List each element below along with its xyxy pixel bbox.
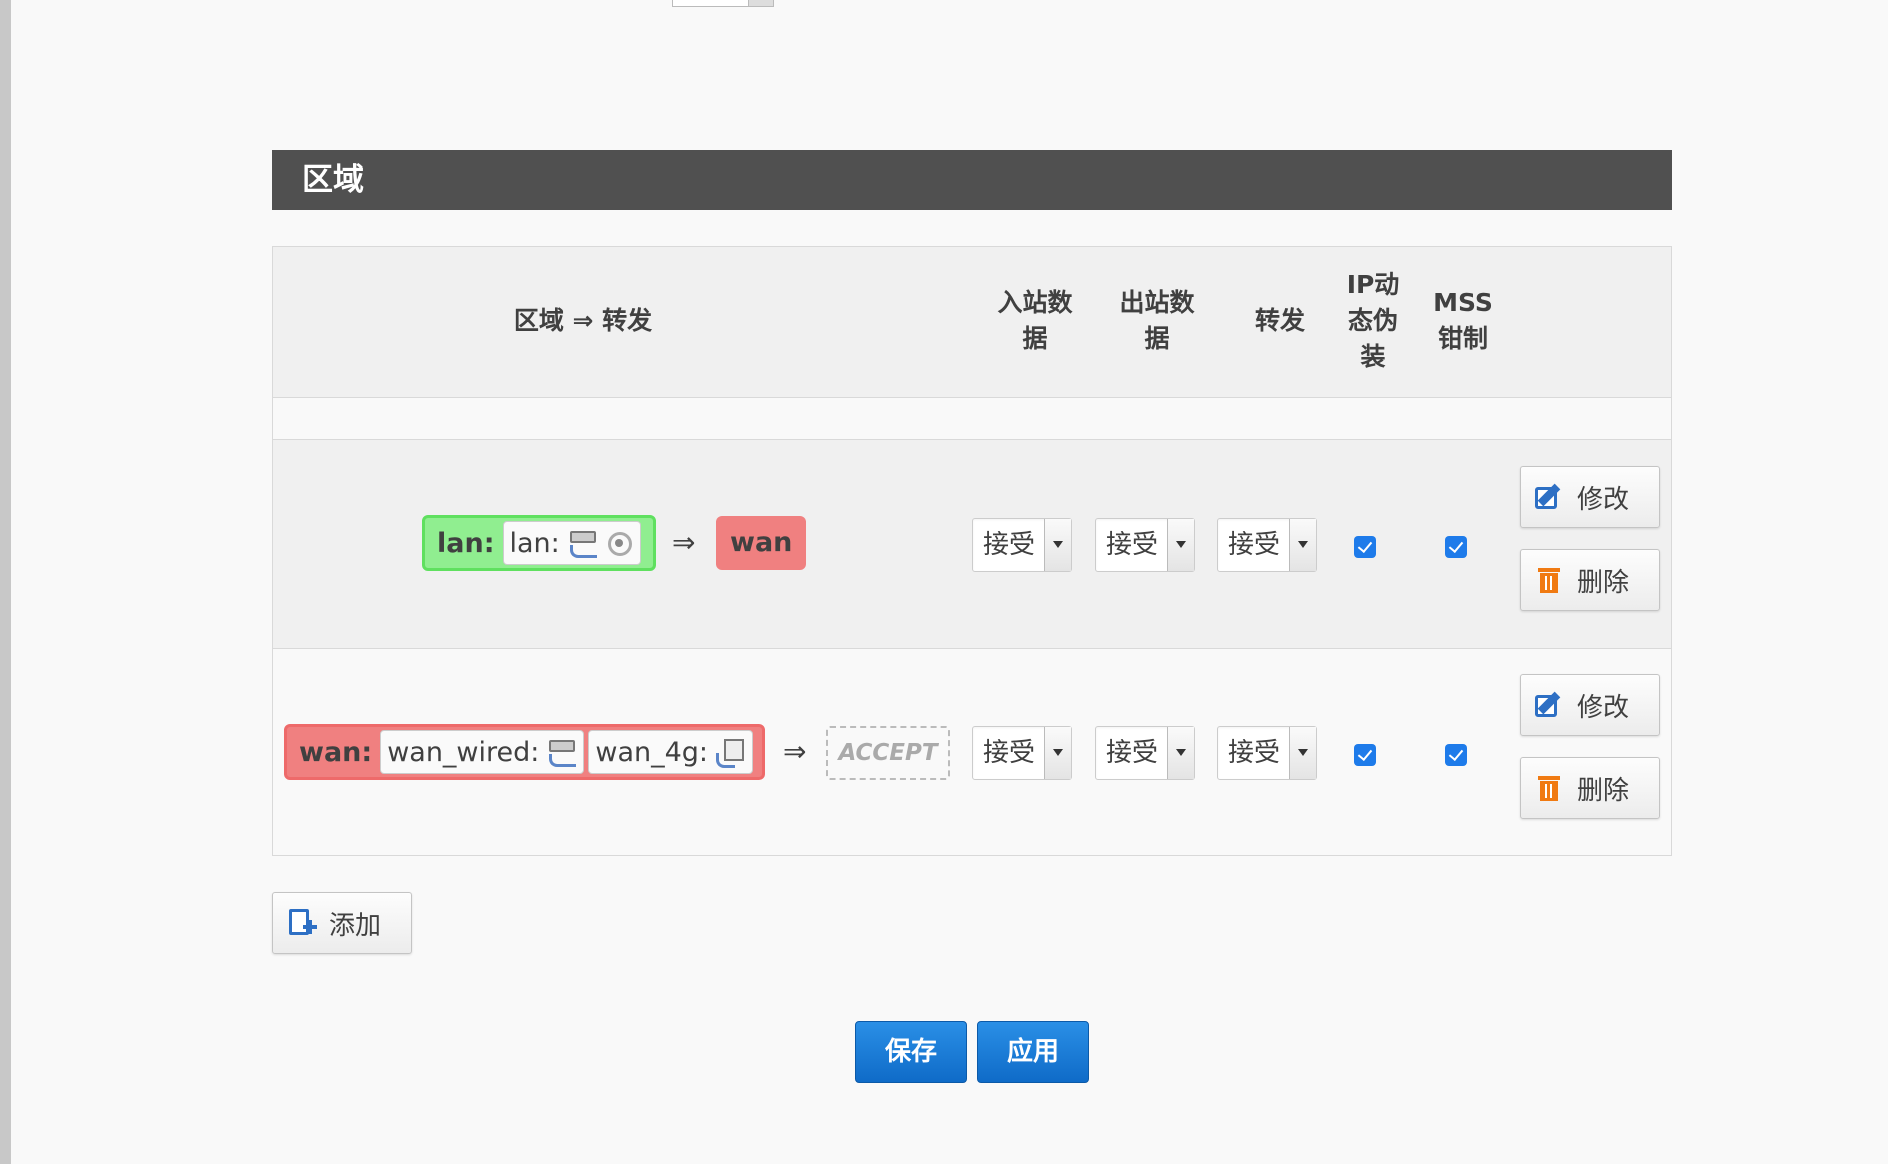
chevron-down-icon xyxy=(1289,519,1316,571)
add-document-icon xyxy=(285,907,317,939)
header-zone-forward: 区域 ⇒ 转发 xyxy=(513,306,653,335)
chevron-down-icon xyxy=(1044,727,1071,779)
output-policy-select[interactable]: 接受 xyxy=(1095,518,1195,572)
edit-icon xyxy=(1533,689,1565,721)
chevron-down-icon xyxy=(1167,519,1194,571)
forward-arrow: ⇒ xyxy=(783,735,807,768)
table-spacer-row xyxy=(273,398,1671,440)
delete-button[interactable]: 删除 xyxy=(1520,757,1660,819)
header-mss: MSS 钳制 xyxy=(1433,288,1493,353)
edit-button[interactable]: 修改 xyxy=(1520,674,1660,736)
edit-icon xyxy=(1533,481,1565,513)
forward-policy-select[interactable]: 接受 xyxy=(1217,726,1317,780)
dest-accept-placeholder: ACCEPT xyxy=(826,726,950,780)
output-policy-select[interactable]: 接受 xyxy=(1095,726,1195,780)
save-button[interactable]: 保存 xyxy=(855,1021,967,1083)
table-row-lan: lan: lan: ⇒ wan 接受 接受 接受 修改 删除 xyxy=(273,440,1671,649)
zone-badge-wan[interactable]: wan: wan_wired: wan_4g: xyxy=(284,724,765,780)
left-scroll-edge xyxy=(0,0,11,1164)
forward-arrow: ⇒ xyxy=(672,526,696,559)
mss-checkbox[interactable] xyxy=(1445,536,1467,558)
table-row-wan: wan: wan_wired: wan_4g: ⇒ ACCEPT 接受 接受 接… xyxy=(273,649,1671,855)
interface-wan-4g: wan_4g: xyxy=(588,730,754,774)
section-title: 区域 xyxy=(272,150,1672,210)
header-output: 出站数 据 xyxy=(1119,288,1195,353)
input-policy-select[interactable]: 接受 xyxy=(972,518,1072,572)
dest-zone-wan[interactable]: wan xyxy=(716,516,807,570)
masq-checkbox[interactable] xyxy=(1354,744,1376,766)
masq-checkbox[interactable] xyxy=(1354,536,1376,558)
trash-icon xyxy=(1533,772,1565,804)
header-input: 入站数 据 xyxy=(997,288,1073,353)
interface-lan: lan: xyxy=(502,521,641,565)
table-header: 区域 ⇒ 转发 入站数 据 出站数 据 转发 IP动 态伪 装 MSS 钳制 xyxy=(273,247,1671,398)
zone-badge-lan[interactable]: lan: lan: xyxy=(422,515,656,571)
zones-table: 区域 ⇒ 转发 入站数 据 出站数 据 转发 IP动 态伪 装 MSS 钳制 l… xyxy=(272,246,1672,856)
forward-policy-select[interactable]: 接受 xyxy=(1217,518,1317,572)
ethernet-icon xyxy=(547,738,577,767)
modem-icon xyxy=(716,737,746,768)
chevron-down-icon xyxy=(1167,727,1194,779)
top-select-remnant[interactable] xyxy=(672,0,774,7)
delete-button[interactable]: 删除 xyxy=(1520,549,1660,611)
mss-checkbox[interactable] xyxy=(1445,744,1467,766)
zones-section: 区域 区域 ⇒ 转发 入站数 据 出站数 据 转发 IP动 态伪 装 MSS 钳… xyxy=(272,150,1672,856)
apply-button[interactable]: 应用 xyxy=(977,1021,1089,1083)
trash-icon xyxy=(1533,564,1565,596)
chevron-down-icon xyxy=(1044,519,1071,571)
zone-name: wan: xyxy=(299,736,373,768)
zone-name: lan: xyxy=(437,527,495,559)
wireless-icon xyxy=(604,528,634,558)
chevron-down-icon xyxy=(1289,727,1316,779)
interface-wan-wired: wan_wired: xyxy=(380,730,585,774)
input-policy-select[interactable]: 接受 xyxy=(972,726,1072,780)
ethernet-icon xyxy=(568,529,598,558)
header-masq: IP动 态伪 装 xyxy=(1346,270,1400,371)
edit-button[interactable]: 修改 xyxy=(1520,466,1660,528)
header-forward: 转发 xyxy=(1254,306,1305,335)
add-zone-button[interactable]: 添加 xyxy=(272,892,412,954)
